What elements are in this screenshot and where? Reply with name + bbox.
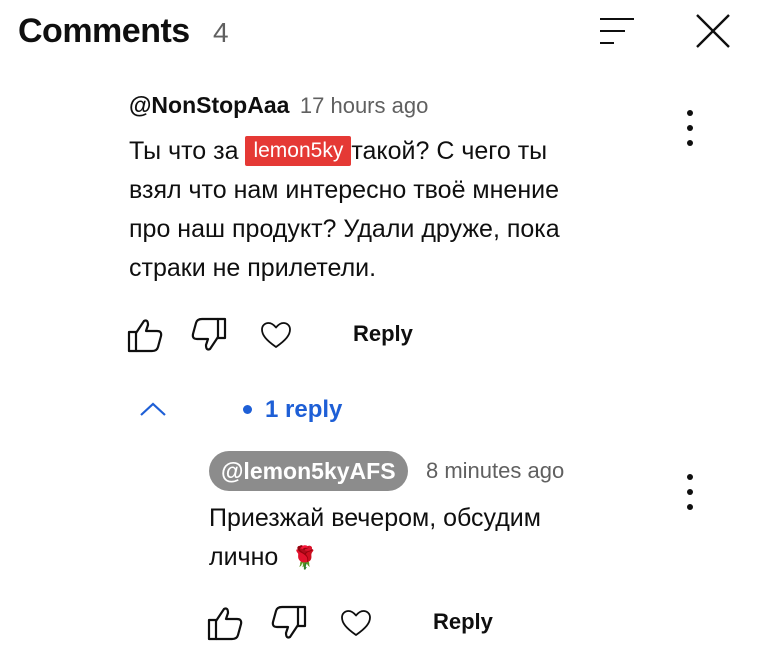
like-button[interactable] (122, 314, 168, 356)
heart-icon (341, 610, 371, 636)
comment-author[interactable]: @NonStopAaa (129, 92, 289, 118)
comment-header: @NonStopAaa 17 hours ago (129, 92, 428, 119)
thumbs-up-icon (207, 607, 243, 641)
reply-text-line: Приезжай вечером, обсудим (209, 504, 541, 532)
kebab-icon (687, 110, 693, 116)
reply-like-button[interactable] (202, 602, 248, 644)
kebab-icon (687, 474, 693, 480)
heart-button[interactable] (256, 316, 296, 354)
comment-more-button[interactable] (680, 108, 700, 148)
replies-dot (243, 405, 252, 414)
dislike-button[interactable] (186, 314, 232, 356)
reply-reply-button[interactable]: Reply (433, 609, 493, 635)
comment-text-line: про наш продукт? Удали друже, пока (129, 215, 560, 243)
reply-author[interactable]: @lemon5kyAFS (209, 451, 408, 491)
comment-text-line: страки не прилетели. (129, 254, 377, 282)
reply-dislike-button[interactable] (266, 602, 312, 644)
thumbs-down-icon (271, 605, 307, 639)
reply-text: Приезжай вечером, обсудим лично 🌹 (209, 499, 649, 577)
replies-count[interactable]: 1 reply (265, 396, 342, 424)
comments-count: 4 (213, 17, 229, 48)
thumbs-down-icon (191, 317, 227, 351)
thumbs-up-icon (127, 319, 163, 353)
reply-button[interactable]: Reply (353, 321, 413, 347)
close-button[interactable] (690, 8, 736, 54)
rose-emoji: 🌹 (291, 545, 319, 570)
chevron-up-icon (139, 400, 167, 423)
comment-text: Ты что за lemon5ky такой? С чего ты взял … (129, 132, 649, 288)
comment-time[interactable]: 17 hours ago (300, 93, 428, 118)
reply-heart-button[interactable] (336, 604, 376, 642)
mention-tag[interactable]: lemon5ky (245, 136, 352, 166)
heart-icon (261, 322, 291, 348)
sort-button[interactable] (594, 10, 640, 52)
close-icon (696, 14, 730, 48)
sort-icon (600, 18, 634, 44)
comment-text-line: Ты что за lemon5ky такой? С чего ты (129, 136, 548, 166)
comment-text-line: взял что нам интересно твоё мнение (129, 176, 560, 204)
reply-time[interactable]: 8 minutes ago (426, 458, 564, 484)
reply-more-button[interactable] (680, 472, 700, 512)
reply-text-line: лично 🌹 (209, 543, 319, 571)
comments-title: Comments (18, 12, 190, 50)
